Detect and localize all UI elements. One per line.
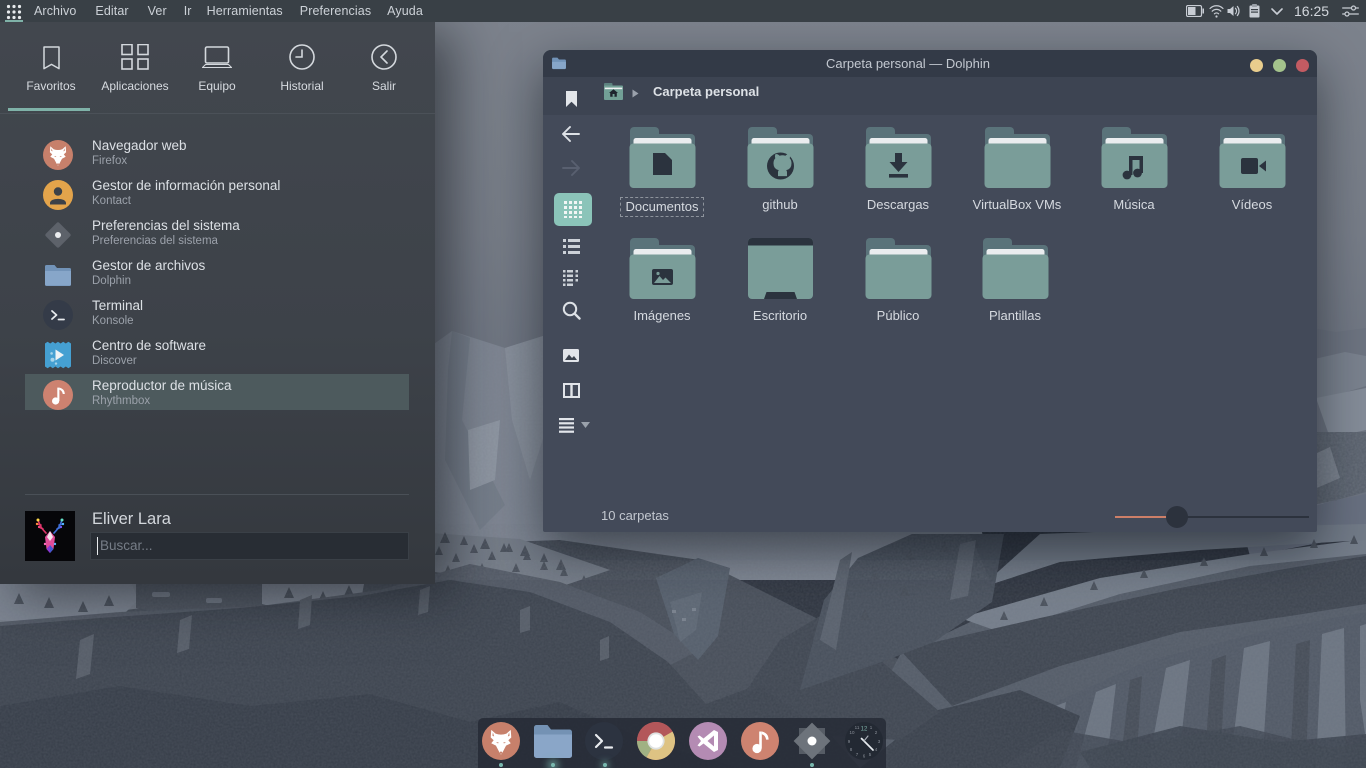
svg-text:11: 11 bbox=[855, 725, 860, 730]
svg-text:10: 10 bbox=[849, 730, 855, 735]
svg-text:12: 12 bbox=[861, 727, 868, 733]
